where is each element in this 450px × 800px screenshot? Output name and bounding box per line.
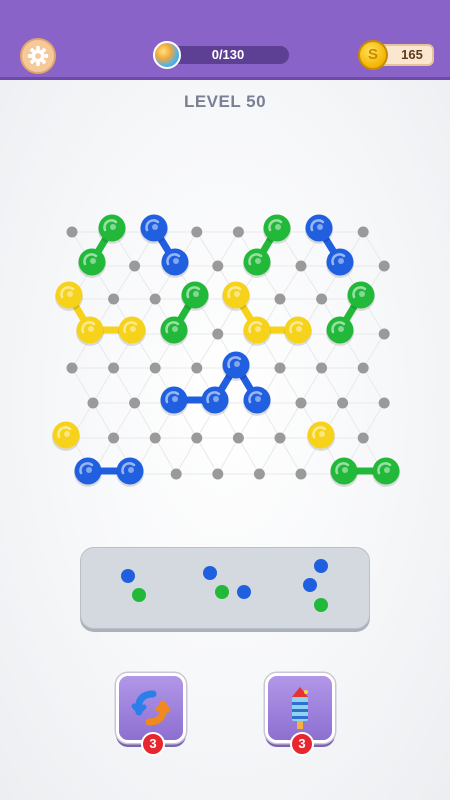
grid-dot[interactable]	[66, 226, 78, 238]
rocket-icon	[292, 687, 308, 729]
grid-dot[interactable]	[253, 468, 265, 480]
grid-dot[interactable]	[129, 260, 141, 272]
grid-dot[interactable]	[357, 362, 369, 374]
ball-highlight	[338, 326, 344, 332]
ball-highlight	[213, 396, 219, 402]
ball-tray	[80, 547, 370, 629]
grid-dot[interactable]	[295, 260, 307, 272]
swap-booster-count: 3	[141, 732, 165, 756]
ball-highlight	[193, 291, 199, 297]
ball-highlight	[110, 224, 116, 230]
ball-highlight	[64, 431, 70, 437]
grid-dot[interactable]	[378, 397, 390, 409]
grid-dot[interactable]	[274, 432, 286, 444]
green-tray-ball	[215, 585, 229, 599]
green-tray-ball	[132, 588, 146, 602]
blue-tray-ball	[314, 559, 328, 573]
grid-dot[interactable]	[108, 362, 120, 374]
ball-highlight	[172, 326, 178, 332]
ball-highlight	[296, 326, 302, 332]
ball-highlight	[234, 361, 240, 367]
grid-dot[interactable]	[129, 397, 141, 409]
grid-dot[interactable]	[295, 397, 307, 409]
ball-highlight	[255, 326, 261, 332]
ball-highlight	[317, 224, 323, 230]
grid-dot[interactable]	[316, 362, 328, 374]
grid-dot[interactable]	[378, 260, 390, 272]
ball-highlight	[319, 431, 325, 437]
ball-highlight	[173, 258, 179, 264]
ball-highlight	[338, 258, 344, 264]
grid-dot[interactable]	[274, 293, 286, 305]
ball-highlight	[130, 326, 136, 332]
grid-dot[interactable]	[378, 328, 390, 340]
ball-highlight	[128, 467, 134, 473]
ball-highlight	[384, 467, 390, 473]
blue-tray-ball	[237, 585, 251, 599]
grid-dot[interactable]	[316, 293, 328, 305]
grid-dot[interactable]	[337, 397, 349, 409]
game-board[interactable]	[0, 0, 450, 540]
blue-tray-ball	[203, 566, 217, 580]
ball-highlight	[342, 467, 348, 473]
blue-tray-ball	[303, 578, 317, 592]
grid-dot[interactable]	[357, 226, 369, 238]
grid-dot[interactable]	[212, 260, 224, 272]
ball-highlight	[255, 396, 261, 402]
grid-dot[interactable]	[232, 226, 244, 238]
grid-dot[interactable]	[191, 226, 203, 238]
grid-dot[interactable]	[149, 362, 161, 374]
ball-highlight	[86, 467, 92, 473]
grid-dot[interactable]	[108, 432, 120, 444]
grid-dot[interactable]	[149, 293, 161, 305]
tray-balls	[121, 559, 328, 612]
grid-dot[interactable]	[212, 468, 224, 480]
grid-dot[interactable]	[232, 432, 244, 444]
ball-highlight	[172, 396, 178, 402]
grid-dot[interactable]	[191, 362, 203, 374]
grid-dot[interactable]	[191, 432, 203, 444]
grid-dot[interactable]	[357, 432, 369, 444]
grid-dot[interactable]	[212, 328, 224, 340]
grid-dot[interactable]	[87, 397, 99, 409]
grid-dot[interactable]	[149, 432, 161, 444]
grid-dot[interactable]	[108, 293, 120, 305]
green-tray-ball	[314, 598, 328, 612]
swap-arrows-icon	[131, 690, 171, 726]
rocket-booster-count: 3	[290, 732, 314, 756]
ball-highlight	[88, 326, 94, 332]
ball-highlight	[359, 291, 365, 297]
grid-dot[interactable]	[274, 362, 286, 374]
ball-highlight	[152, 224, 158, 230]
grid-dot[interactable]	[66, 362, 78, 374]
swap-booster-button[interactable]: 3	[116, 673, 186, 756]
ball-highlight	[255, 258, 261, 264]
ball-highlight	[275, 224, 281, 230]
rocket-booster-button[interactable]: 3	[265, 673, 335, 756]
grid-dot[interactable]	[170, 468, 182, 480]
ball-highlight	[67, 291, 73, 297]
grid-dot[interactable]	[295, 468, 307, 480]
blue-tray-ball	[121, 569, 135, 583]
ball-highlight	[90, 258, 96, 264]
ball-highlight	[234, 291, 240, 297]
